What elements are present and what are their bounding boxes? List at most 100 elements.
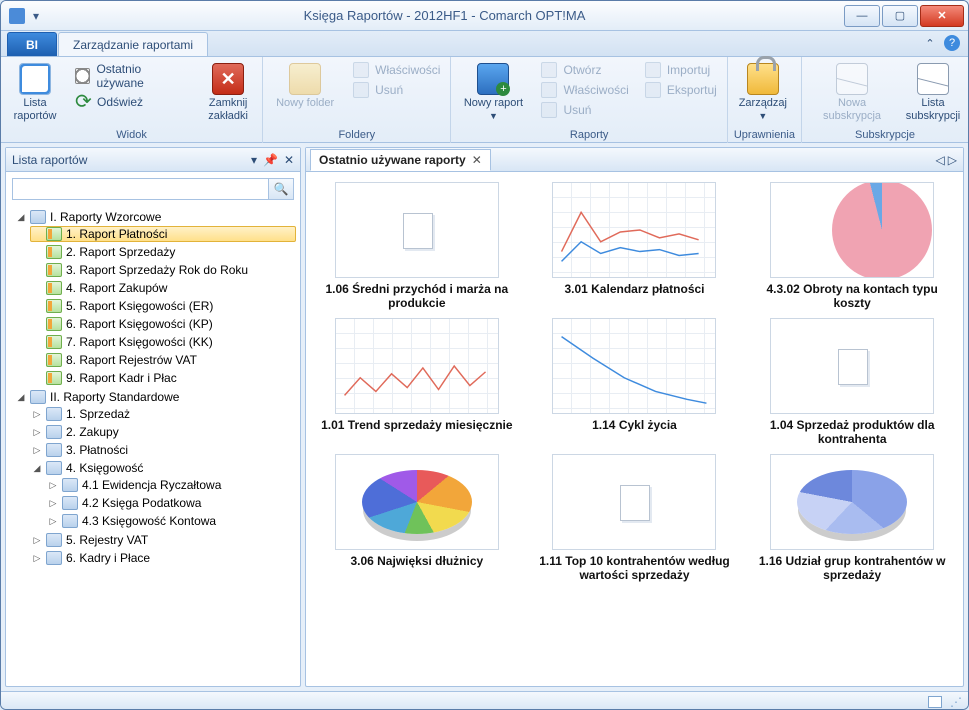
report-card[interactable]: 1.16 Udział grup kontrahentów w sprzedaż…: [747, 454, 957, 582]
odswiez-button[interactable]: ⟳ Odśwież: [71, 93, 192, 111]
new-report-icon: [477, 63, 509, 95]
tab-manage-reports[interactable]: Zarządzanie raportami: [58, 32, 208, 56]
tab-bi[interactable]: BI: [7, 32, 57, 56]
document-tab[interactable]: Ostatnio używane raporty ✕: [310, 149, 491, 171]
tree-item[interactable]: 7. Raport Księgowości (KK): [30, 334, 296, 350]
lock-icon: [747, 63, 779, 95]
tree-label: 3. Raport Sprzedaży Rok do Roku: [66, 263, 248, 277]
tree-item[interactable]: ▷4.1 Ewidencja Ryczałtowa: [46, 477, 296, 493]
zarzadzaj-label: Zarządzaj: [739, 97, 787, 110]
document-tab-label: Ostatnio używane raporty: [319, 153, 466, 167]
tree-item[interactable]: ▷4.3 Księgowość Kontowa: [46, 513, 296, 529]
folder-icon: [46, 551, 62, 565]
folder-icon: [30, 390, 46, 404]
folder-icon: [46, 407, 62, 421]
statusbar-icon[interactable]: [928, 696, 942, 708]
tree-folder-standardowe[interactable]: ◢ II. Raporty Standardowe: [14, 389, 296, 405]
delete-icon: [541, 102, 557, 118]
tree-item[interactable]: ▷6. Kadry i Płace: [30, 550, 296, 566]
collapse-icon[interactable]: ◢: [32, 463, 42, 474]
lista-subskrypcji-button[interactable]: Lista subskrypcji: [904, 61, 962, 123]
open-icon: [541, 62, 557, 78]
panel-close-icon[interactable]: ✕: [284, 153, 294, 167]
tree-item[interactable]: 6. Raport Księgowości (KP): [30, 316, 296, 332]
report-card-label: 1.11 Top 10 kontrahentów według wartości…: [530, 554, 740, 582]
lista-raportow-button[interactable]: Lista raportów: [7, 61, 63, 123]
report-card[interactable]: 1.11 Top 10 kontrahentów według wartości…: [530, 454, 740, 582]
group-view: Lista raportów Ostatnio używane ⟳ Odświe…: [1, 57, 263, 143]
report-card[interactable]: 1.06 Średni przychód i marża na produkci…: [312, 182, 522, 310]
folder-usun-button: Usuń: [349, 81, 444, 99]
report-card[interactable]: 1.01 Trend sprzedaży miesięcznie: [312, 318, 522, 446]
tree-folder-wzorcowe[interactable]: ◢ I. Raporty Wzorcowe: [14, 209, 296, 225]
lista-subskrypcji-label: Lista subskrypcji: [904, 97, 962, 123]
expand-icon[interactable]: ▷: [48, 516, 58, 527]
tree-item[interactable]: ▷4.2 Księga Podatkowa: [46, 495, 296, 511]
group-view-label: Widok: [7, 128, 256, 143]
tree-item[interactable]: 4. Raport Zakupów: [30, 280, 296, 296]
ribbon: Lista raportów Ostatnio używane ⟳ Odświe…: [1, 57, 968, 143]
collapse-ribbon-icon[interactable]: ⌃: [922, 35, 938, 51]
eksportuj-button: Eksportuj: [641, 81, 721, 99]
document-tab-close-icon[interactable]: ✕: [472, 153, 482, 167]
tab-prev-icon[interactable]: ◁: [935, 153, 944, 167]
main-area: Ostatnio używane raporty ✕ ◁ ▷ 1.06 Śred…: [305, 147, 964, 687]
group-folders-label: Foldery: [269, 128, 444, 143]
help-icon[interactable]: ?: [944, 35, 960, 51]
nowy-raport-button[interactable]: Nowy raport ▼: [457, 61, 529, 123]
ostatnio-uzywane-button[interactable]: Ostatnio używane: [71, 61, 192, 91]
expand-icon[interactable]: ▷: [32, 535, 42, 546]
tree-item[interactable]: 5. Raport Księgowości (ER): [30, 298, 296, 314]
thumbnail-icon: [335, 318, 499, 414]
tree-label: 3. Płatności: [66, 443, 128, 457]
report-tree[interactable]: ◢ I. Raporty Wzorcowe 1. Raport Płatnośc…: [6, 206, 300, 686]
titlebar: ▾ Księga Raportów - 2012HF1 - Comarch OP…: [1, 1, 968, 31]
search-input[interactable]: [12, 178, 268, 200]
tree-item[interactable]: ▷ 5. Rejestry VAT: [30, 532, 296, 548]
dropdown-icon: ▼: [758, 110, 767, 123]
panel-menu-icon[interactable]: ▾: [251, 153, 257, 167]
raport-usun-label: Usuń: [563, 103, 591, 117]
tree-item[interactable]: ▷1. Sprzedaż: [30, 406, 296, 422]
tree-item[interactable]: 3. Raport Sprzedaży Rok do Roku: [30, 262, 296, 278]
expand-icon[interactable]: ▷: [32, 553, 42, 564]
tree-item[interactable]: 2. Raport Sprzedaży: [30, 244, 296, 260]
report-card-label: 1.01 Trend sprzedaży miesięcznie: [312, 418, 522, 432]
collapse-icon[interactable]: ◢: [16, 392, 26, 403]
group-permissions: Zarządzaj ▼ Uprawnienia: [728, 57, 802, 143]
expand-icon[interactable]: ▷: [48, 480, 58, 491]
report-card-label: 1.06 Średni przychód i marża na produkci…: [312, 282, 522, 310]
side-panel: Lista raportów ▾ 📌 ✕ 🔍 ◢ I. R: [5, 147, 301, 687]
qat-dropdown-icon[interactable]: ▾: [33, 9, 47, 23]
tab-next-icon[interactable]: ▷: [948, 153, 957, 167]
maximize-button[interactable]: ▢: [882, 5, 918, 27]
report-card[interactable]: 4.3.02 Obroty na kontach typu koszty: [747, 182, 957, 310]
close-button[interactable]: ✕: [920, 5, 964, 27]
resize-grip-icon[interactable]: ⋰: [950, 695, 962, 709]
zarzadzaj-button[interactable]: Zarządzaj ▼: [734, 61, 792, 123]
folder-icon: [62, 514, 78, 528]
document-tab-bar: Ostatnio używane raporty ✕ ◁ ▷: [306, 148, 963, 172]
expand-icon[interactable]: ▷: [32, 409, 42, 420]
minimize-button[interactable]: —: [844, 5, 880, 27]
collapse-icon[interactable]: ◢: [16, 212, 26, 223]
report-card[interactable]: 3.06 Najwięksi dłużnicy: [312, 454, 522, 582]
report-card[interactable]: 1.04 Sprzedaż produktów dla kontrahenta: [747, 318, 957, 446]
expand-icon[interactable]: ▷: [48, 498, 58, 509]
panel-pin-icon[interactable]: 📌: [263, 153, 278, 167]
tree-item[interactable]: ▷2. Zakupy: [30, 424, 296, 440]
tree-item[interactable]: ▷ 3. Płatności: [30, 442, 296, 458]
tree-label: 5. Rejestry VAT: [66, 533, 148, 547]
expand-icon[interactable]: ▷: [32, 445, 42, 456]
tree-item[interactable]: 9. Raport Kadr i Płac: [30, 370, 296, 386]
search-button[interactable]: 🔍: [268, 178, 294, 200]
export-icon: [645, 82, 661, 98]
report-card[interactable]: 3.01 Kalendarz płatności: [530, 182, 740, 310]
tree-item[interactable]: 1. Raport Płatności: [30, 226, 296, 242]
tree-item-ksiegowosc[interactable]: ◢4. Księgowość: [30, 460, 296, 476]
report-gallery: 1.06 Średni przychód i marża na produkci…: [306, 172, 963, 686]
report-card[interactable]: 1.14 Cykl życia: [530, 318, 740, 446]
zamknij-zakladki-button[interactable]: ✕ Zamknij zakładki: [200, 61, 256, 123]
tree-item[interactable]: 8. Raport Rejestrów VAT: [30, 352, 296, 368]
expand-icon[interactable]: ▷: [32, 427, 42, 438]
